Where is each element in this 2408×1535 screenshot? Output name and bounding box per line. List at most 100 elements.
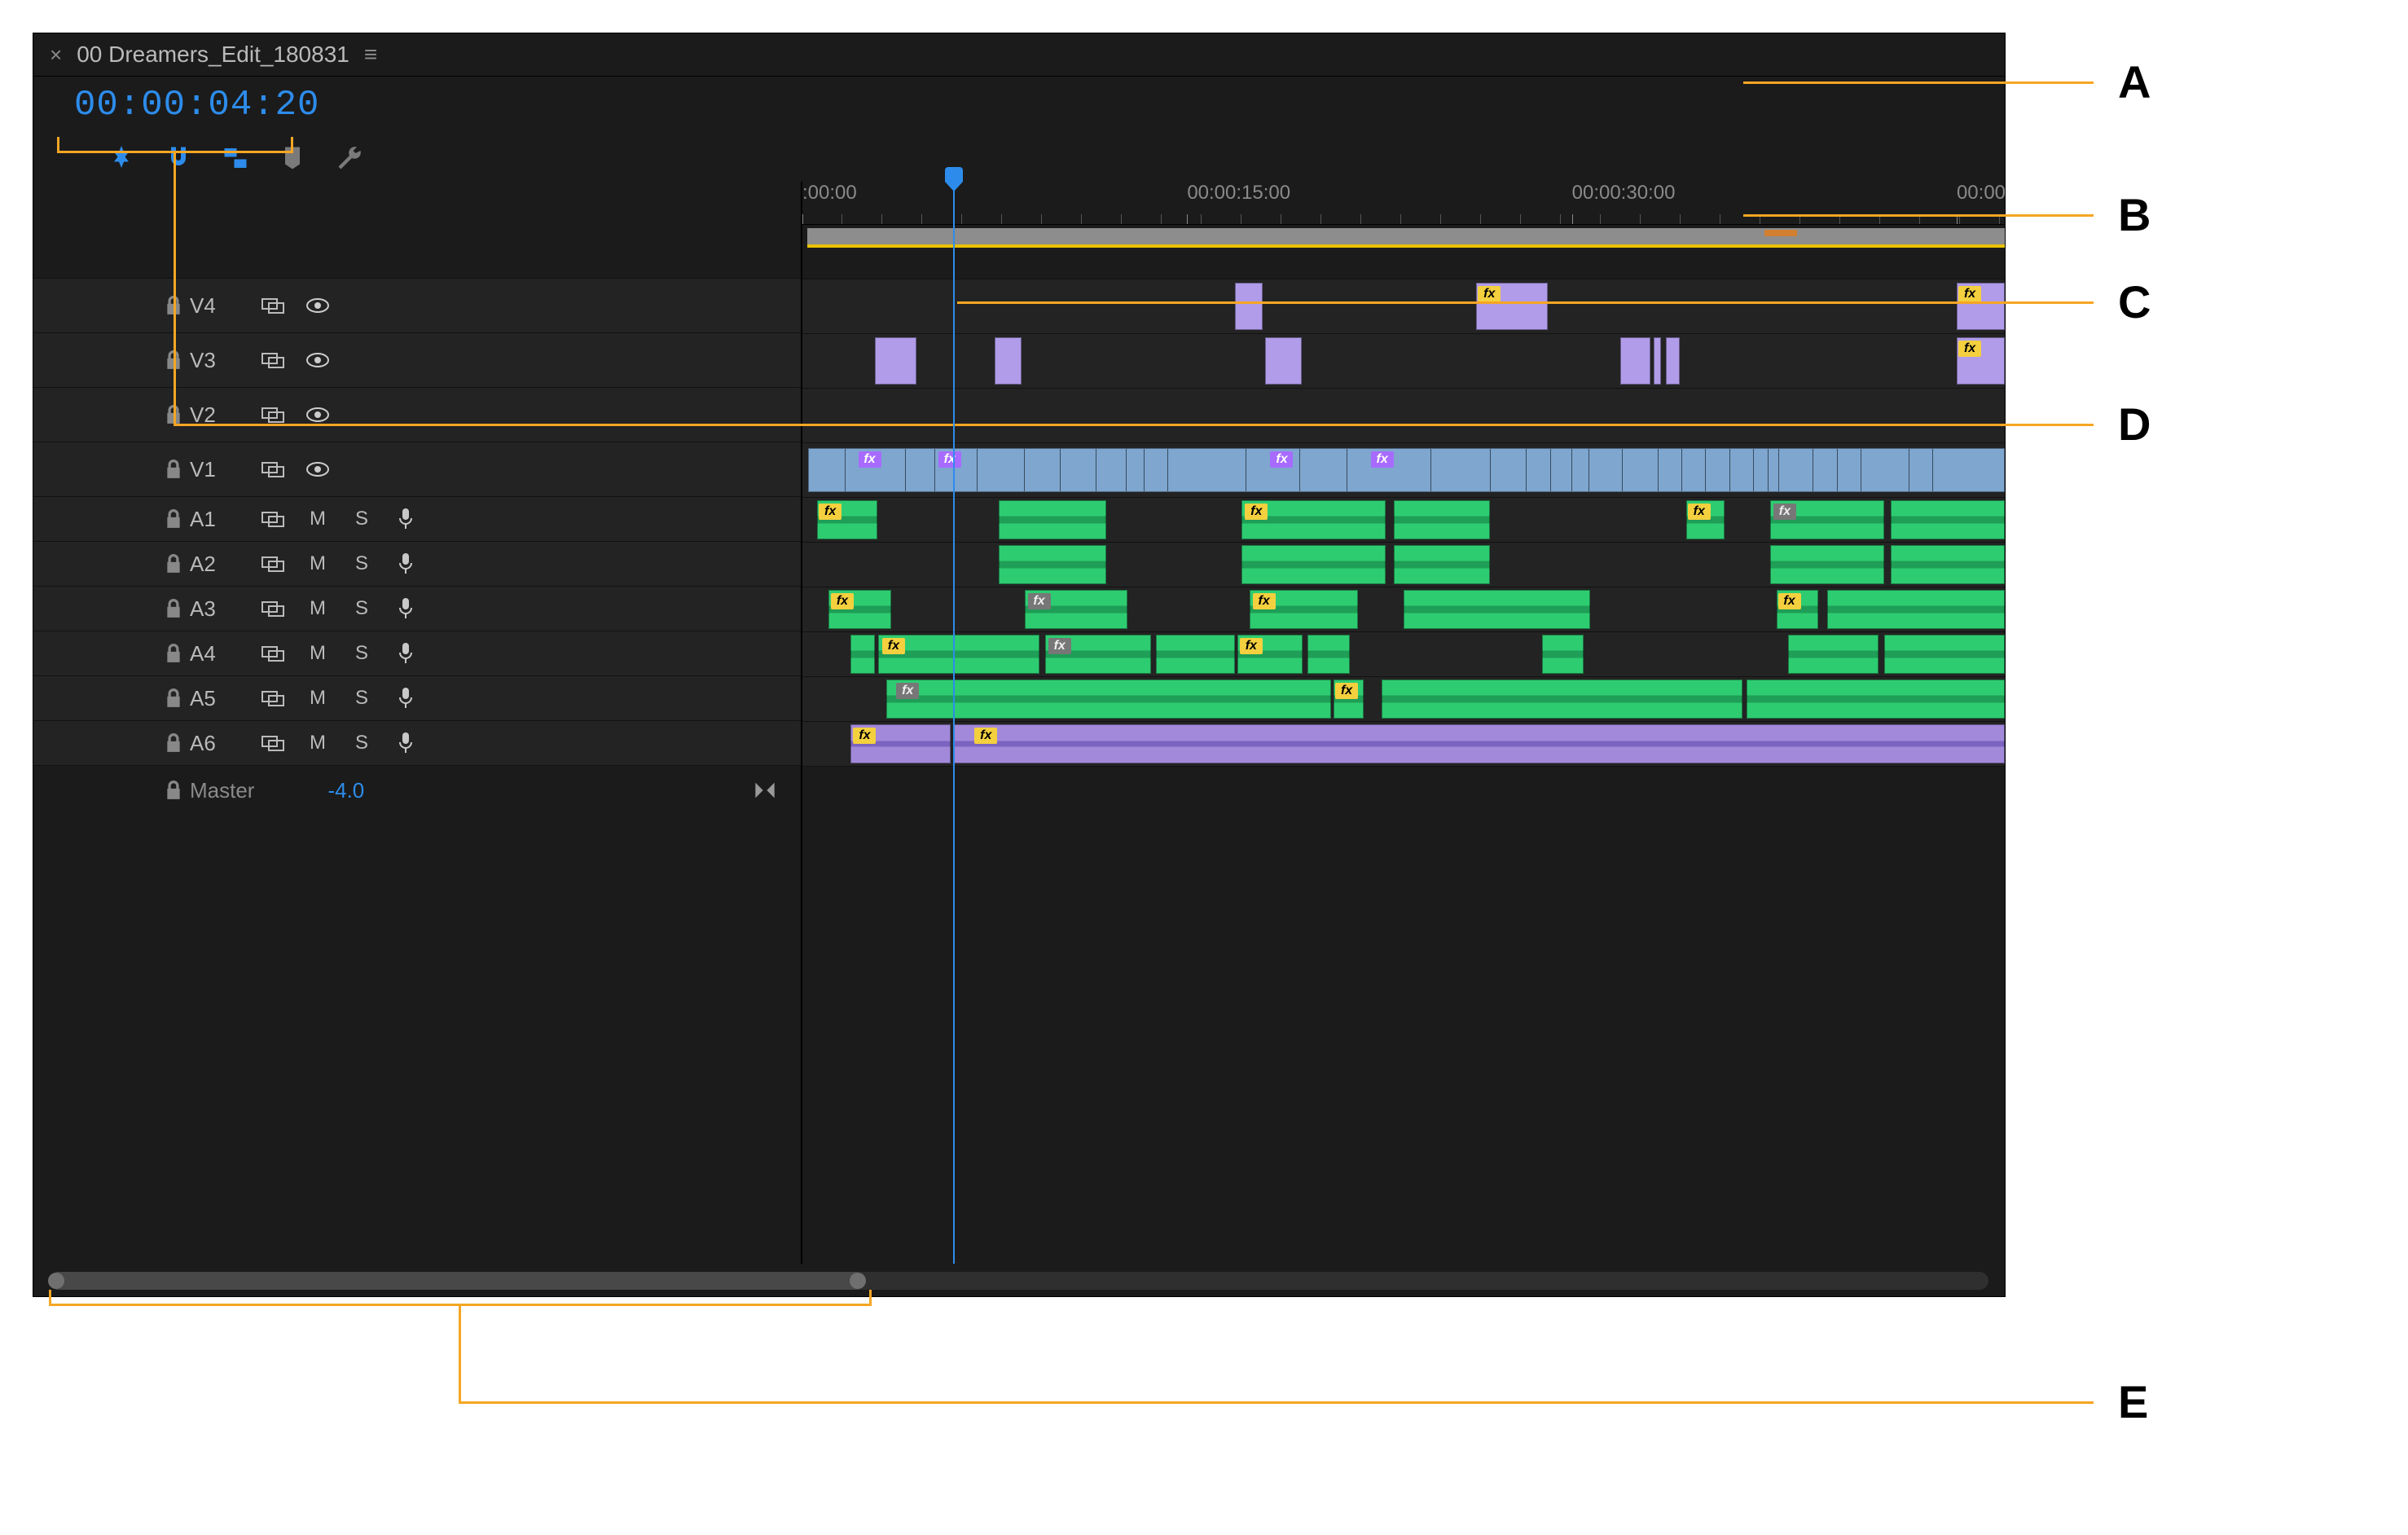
lock-icon[interactable] [157,405,190,424]
clip[interactable]: fx [1250,590,1358,629]
zoom-handle-left[interactable] [48,1273,64,1289]
sync-lock-icon[interactable] [252,297,296,314]
solo-button[interactable]: S [340,597,384,620]
clip[interactable] [1404,590,1590,629]
clip[interactable] [1394,500,1490,539]
snap-icon[interactable] [164,143,193,173]
video-lane[interactable]: fxfxfxfx [802,442,2005,497]
track-name[interactable]: V1 [190,457,252,482]
close-sequence-button[interactable]: × [50,42,62,68]
clip[interactable]: fx [1237,635,1303,674]
lock-icon[interactable] [157,509,190,529]
clip[interactable]: fx [953,724,2006,763]
sync-lock-icon[interactable] [252,555,296,573]
clip[interactable] [1307,635,1350,674]
mute-button[interactable]: M [296,732,340,754]
toggle-track-output-icon[interactable] [296,352,340,368]
clip[interactable]: fx [1770,500,1884,539]
clip[interactable] [1747,680,2005,719]
clip[interactable]: fx [817,500,877,539]
panel-menu-button[interactable]: ≡ [364,42,377,68]
clip[interactable]: fx [1777,590,1819,629]
audio-lane[interactable]: fx fx fx fx [802,587,2005,631]
clip[interactable] [1884,635,2005,674]
clip[interactable] [1770,545,1884,584]
mute-button[interactable]: M [296,552,340,575]
lock-icon[interactable] [157,460,190,479]
clip[interactable] [1788,635,1879,674]
clip[interactable]: fx [1025,590,1127,629]
mute-button[interactable]: M [296,508,340,530]
linked-selection-icon[interactable] [221,143,250,173]
insert-icon[interactable] [107,143,136,173]
master-value[interactable]: -4.0 [327,778,364,803]
clip[interactable]: fx [1334,680,1364,719]
voiceover-record-icon[interactable] [384,508,428,530]
voiceover-record-icon[interactable] [384,732,428,754]
clip[interactable]: fx [828,590,891,629]
clip[interactable]: fxfxfxfx [808,448,2005,492]
lock-icon[interactable] [157,554,190,574]
lock-icon[interactable] [157,688,190,708]
track-name[interactable]: V4 [190,293,252,319]
sync-lock-icon[interactable] [252,734,296,752]
track-name[interactable]: A6 [190,731,252,756]
audio-lane[interactable] [802,542,2005,587]
audio-lane[interactable]: fxfx [802,721,2005,766]
wrench-icon[interactable] [335,143,364,173]
marker-icon[interactable] [278,143,307,173]
toggle-track-output-icon[interactable] [296,407,340,423]
work-area-bar[interactable] [802,225,2005,248]
time-ruler[interactable]: :00:0000:00:15:0000:00:30:0000:00:4 [802,182,2005,225]
solo-button[interactable]: S [340,642,384,665]
clip[interactable] [1241,545,1386,584]
solo-button[interactable]: S [340,732,384,754]
track-name[interactable]: A1 [190,507,252,532]
audio-lane[interactable]: fx fx fx fx [802,497,2005,542]
clip[interactable]: fx [1476,283,1549,330]
current-timecode[interactable]: 00:00:04:20 [33,85,319,125]
master-lane[interactable] [802,766,2005,816]
lock-icon[interactable] [157,350,190,370]
clip[interactable] [1666,337,1681,385]
clip[interactable] [1891,500,2005,539]
sync-lock-icon[interactable] [252,689,296,707]
clip[interactable]: fx [850,724,951,763]
clip[interactable] [999,545,1107,584]
lock-icon[interactable] [157,644,190,663]
clip[interactable] [1394,545,1490,584]
solo-button[interactable]: S [340,687,384,710]
track-name[interactable]: A5 [190,686,252,711]
clip[interactable]: fx [1241,500,1386,539]
master-output-icon[interactable] [754,781,776,800]
lock-icon[interactable] [157,781,190,800]
mute-button[interactable]: M [296,597,340,620]
voiceover-record-icon[interactable] [384,642,428,665]
toggle-track-output-icon[interactable] [296,461,340,477]
sync-lock-icon[interactable] [252,600,296,618]
clip[interactable] [875,337,917,385]
clip[interactable] [1542,635,1584,674]
clip[interactable] [999,500,1107,539]
clip[interactable] [1827,590,2005,629]
clip[interactable] [1265,337,1301,385]
clip[interactable] [1235,283,1263,330]
timeline-area[interactable]: :00:0000:00:15:0000:00:30:0000:00:4 fxfx… [802,182,2005,1264]
clip[interactable]: fx [1686,500,1725,539]
solo-button[interactable]: S [340,552,384,575]
lock-icon[interactable] [157,599,190,618]
track-name[interactable]: A4 [190,641,252,666]
mute-button[interactable]: M [296,687,340,710]
sequence-name[interactable]: 00 Dreamers_Edit_180831 [77,42,349,68]
clip[interactable] [850,635,875,674]
track-name[interactable]: A3 [190,596,252,622]
mute-button[interactable]: M [296,642,340,665]
clip[interactable]: fx [1045,635,1151,674]
clip[interactable] [1382,680,1742,719]
video-lane[interactable]: fx [802,333,2005,388]
clip[interactable]: fx [1957,283,2005,330]
sync-lock-icon[interactable] [252,644,296,662]
clip[interactable] [1654,337,1661,385]
clip[interactable] [1620,337,1650,385]
sync-lock-icon[interactable] [252,351,296,369]
